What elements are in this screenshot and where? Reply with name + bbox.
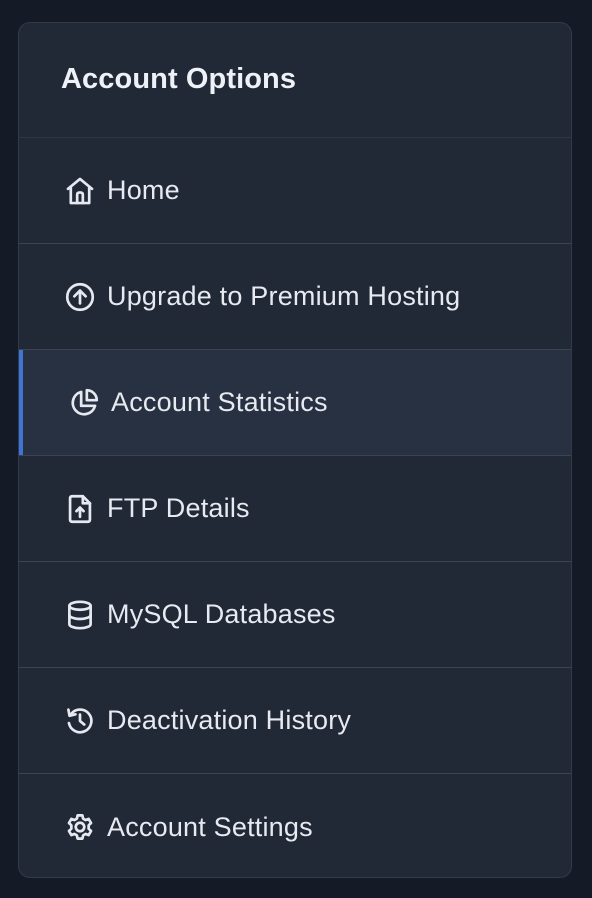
menu-item-label: Account Statistics xyxy=(111,387,328,417)
menu-item-account-statistics[interactable]: Account Statistics xyxy=(19,350,571,456)
arrow-up-circle-icon xyxy=(63,280,97,314)
menu-item-label: Deactivation History xyxy=(107,705,352,735)
home-icon xyxy=(63,174,97,208)
history-icon xyxy=(63,704,97,738)
menu-item-label: Home xyxy=(107,175,180,205)
menu-item-label: FTP Details xyxy=(107,493,250,523)
menu-item-label: Upgrade to Premium Hosting xyxy=(107,281,461,311)
menu-item-deactivation-history[interactable]: Deactivation History xyxy=(19,668,571,774)
menu-item-mysql-databases[interactable]: MySQL Databases xyxy=(19,562,571,668)
menu-item-upgrade[interactable]: Upgrade to Premium Hosting xyxy=(19,244,571,350)
menu-item-home[interactable]: Home xyxy=(19,138,571,244)
menu-item-label: Account Settings xyxy=(107,811,313,842)
account-options-panel: Account Options Home Upgrade to Premium … xyxy=(18,22,572,878)
pie-chart-icon xyxy=(67,386,101,420)
database-icon xyxy=(63,598,97,632)
gear-icon xyxy=(63,810,97,844)
menu-item-account-settings[interactable]: Account Settings xyxy=(19,774,571,877)
panel-title: Account Options xyxy=(61,62,297,95)
menu-item-ftp-details[interactable]: FTP Details xyxy=(19,456,571,562)
account-menu: Home Upgrade to Premium Hosting Account … xyxy=(19,138,571,877)
panel-header: Account Options xyxy=(19,23,571,138)
file-upload-icon xyxy=(63,492,97,526)
menu-item-label: MySQL Databases xyxy=(107,599,336,629)
